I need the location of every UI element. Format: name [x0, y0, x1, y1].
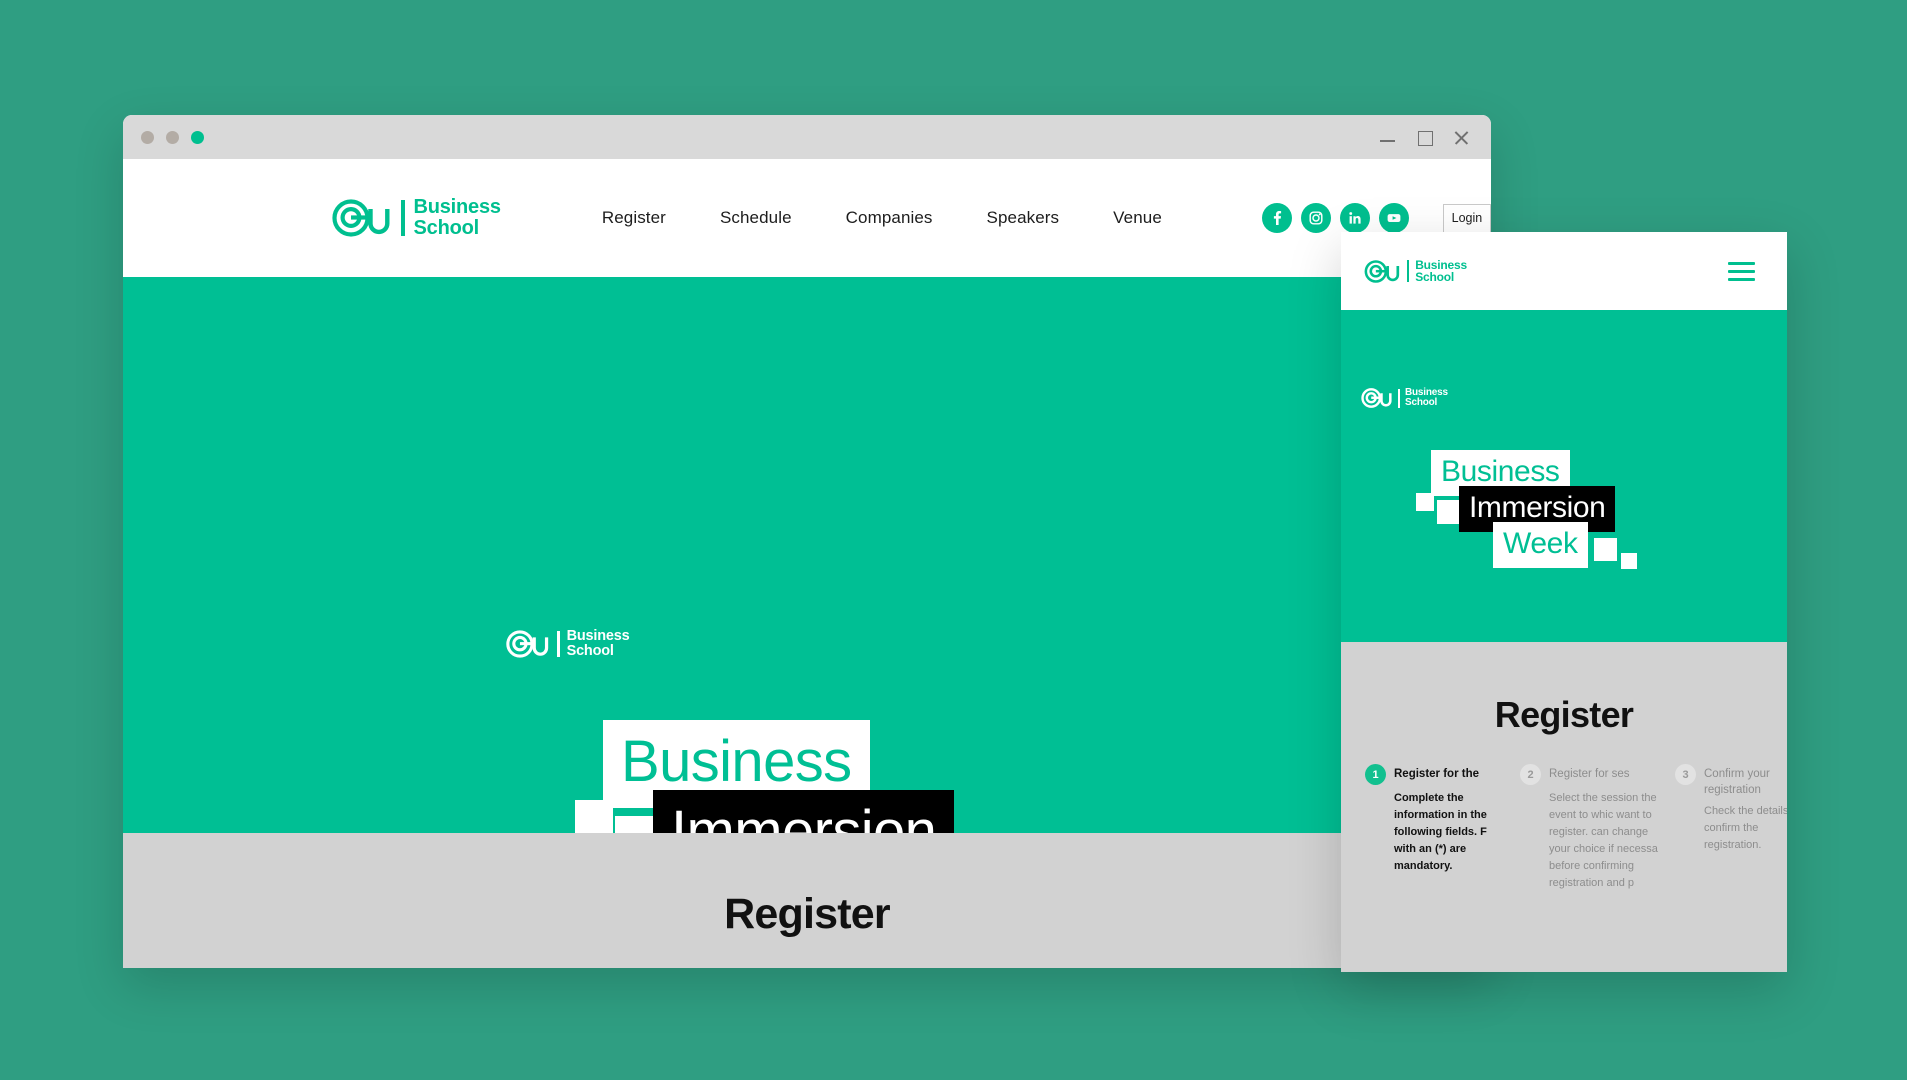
decor-square-3: [1594, 538, 1617, 561]
logo-wordmark: Business School: [566, 628, 630, 660]
step-3-head: 3 Confirm your registration: [1675, 764, 1787, 798]
logo-wordmark: Business School: [413, 196, 502, 239]
maximize-icon[interactable]: [1417, 130, 1433, 146]
burger-line-1: [1728, 261, 1755, 265]
mobile-register-heading: Register: [1494, 694, 1634, 735]
hero-eu-logo: Business School: [506, 628, 630, 660]
step-1[interactable]: 1 Register for the Complete the informat…: [1365, 764, 1520, 892]
eu-monogram-icon: [1364, 259, 1400, 283]
hero-title-row-2: Immersion: [653, 790, 955, 833]
logo-divider: [1398, 389, 1400, 408]
step-3-number: 3: [1675, 764, 1696, 785]
window-titlebar: [123, 115, 1491, 159]
step-2[interactable]: 2 Register for ses Select the session th…: [1520, 764, 1675, 892]
step-2-title: Register for ses: [1549, 768, 1630, 780]
hamburger-menu-icon[interactable]: [1728, 261, 1755, 281]
step-1-title: Register for the: [1394, 768, 1479, 780]
burger-line-3: [1728, 277, 1755, 281]
logo-line-2: School: [413, 217, 480, 239]
step-3-body: Check the details and confirm the regist…: [1704, 805, 1787, 852]
step-2-body: Select the session the event to whic wan…: [1549, 792, 1658, 890]
logo-line-1: Business: [566, 628, 630, 644]
eu-monogram-icon: [1361, 388, 1392, 409]
primary-nav: Register Schedule Companies Speakers Ven…: [602, 208, 1162, 228]
decor-square-2: [1437, 500, 1461, 524]
eu-monogram-icon: [332, 199, 390, 237]
minimize-icon[interactable]: [1380, 130, 1395, 145]
window-controls: [1380, 130, 1475, 146]
logo-line-2: School: [566, 643, 614, 660]
logo-divider: [1407, 259, 1410, 283]
hero-title-line-2: Immersion: [653, 790, 955, 833]
step-3-title: Confirm your registration: [1704, 768, 1770, 796]
linkedin-icon[interactable]: [1339, 203, 1370, 233]
nav-item-venue[interactable]: Venue: [1113, 208, 1162, 228]
mobile-hero-section: Business School Business Immersion Week: [1341, 310, 1787, 642]
step-1-head: 1 Register for the: [1365, 764, 1508, 785]
logo-wordmark: Business School: [1405, 387, 1448, 409]
hero-title: Business Immersion Week: [123, 720, 1491, 833]
desktop-browser-window: Business School Register Schedule Compan…: [123, 115, 1491, 968]
instagram-icon[interactable]: [1300, 203, 1331, 233]
site-header: Business School Register Schedule Compan…: [123, 159, 1491, 277]
traffic-light-1[interactable]: [141, 130, 154, 144]
logo-divider: [557, 631, 560, 658]
registration-steps: 1 Register for the Complete the informat…: [1365, 764, 1787, 892]
nav-item-companies[interactable]: Companies: [846, 208, 933, 228]
register-heading: Register: [724, 890, 890, 938]
mobile-hero-eu-logo: Business School: [1361, 387, 1448, 409]
eu-monogram-icon: [506, 630, 549, 658]
nav-item-speakers[interactable]: Speakers: [987, 208, 1060, 228]
logo-line-1: Business: [413, 196, 502, 219]
mobile-register-section: Register 1 Register for the Complete the…: [1341, 642, 1787, 972]
facebook-icon[interactable]: [1261, 203, 1292, 233]
step-2-head: 2 Register for ses: [1520, 764, 1663, 785]
logo-line-1: Business: [1405, 387, 1448, 398]
logo-divider: [401, 200, 405, 236]
step-1-body: Complete the information in the followin…: [1394, 792, 1487, 873]
nav-item-register[interactable]: Register: [602, 208, 666, 228]
hero-section: Business School Business Immersion Week: [123, 277, 1491, 833]
step-2-number: 2: [1520, 764, 1541, 785]
logo-line-2: School: [1405, 397, 1438, 409]
mobile-hero-title: Business Immersion Week: [1341, 450, 1787, 580]
mobile-header: Business School: [1341, 232, 1787, 310]
youtube-icon[interactable]: [1378, 203, 1409, 233]
burger-line-2: [1728, 269, 1755, 273]
login-button[interactable]: Login: [1442, 203, 1491, 233]
mobile-title-line-3: Week: [1493, 522, 1588, 568]
traffic-light-dots: [141, 130, 204, 144]
step-3[interactable]: 3 Confirm your registration Check the de…: [1675, 764, 1787, 892]
mobile-eu-logo[interactable]: Business School: [1364, 258, 1467, 284]
close-icon[interactable]: [1454, 130, 1469, 145]
logo-wordmark: Business School: [1415, 258, 1467, 284]
step-1-number: 1: [1365, 764, 1386, 785]
logo-line-2: School: [1415, 270, 1454, 284]
eu-business-school-logo[interactable]: Business School: [332, 197, 501, 239]
social-links: [1261, 203, 1409, 233]
mobile-title-row-3: Week: [1493, 522, 1588, 568]
traffic-light-2[interactable]: [166, 130, 179, 144]
register-band: Register: [123, 833, 1491, 968]
nav-item-schedule[interactable]: Schedule: [720, 208, 792, 228]
traffic-light-3[interactable]: [191, 130, 204, 144]
decor-square-4: [1621, 553, 1637, 569]
mobile-preview-window: Business School Business School Business…: [1341, 232, 1787, 972]
